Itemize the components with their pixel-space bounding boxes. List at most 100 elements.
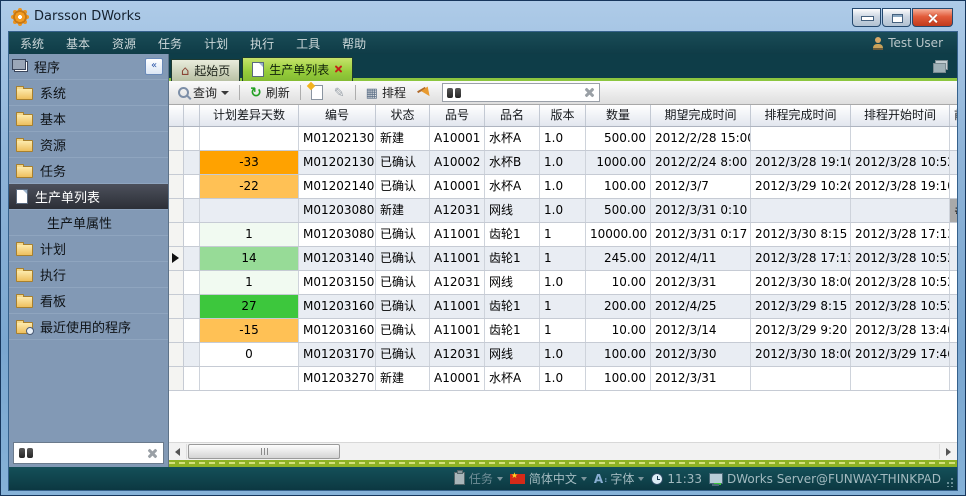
table-cell[interactable]: 已确认 xyxy=(376,151,430,174)
table-cell[interactable]: 1.0 xyxy=(540,151,586,174)
table-cell[interactable] xyxy=(950,247,957,270)
table-cell[interactable]: 水杯B xyxy=(485,151,540,174)
table-cell[interactable] xyxy=(200,199,299,222)
table-cell[interactable]: M012031601 xyxy=(299,295,376,318)
table-cell[interactable]: A10001 xyxy=(430,127,485,150)
table-cell[interactable]: 2012/3/29 10:20 xyxy=(751,175,851,198)
table-cell[interactable]: A11001 xyxy=(430,295,485,318)
table-cell[interactable]: 2012/3/28 10:52 xyxy=(851,295,950,318)
sidebar-item[interactable]: 生产单属性 xyxy=(9,210,168,236)
table-cell[interactable]: 水杯A xyxy=(485,367,540,390)
table-cell[interactable]: 2012/3/30 xyxy=(651,343,751,366)
table-cell[interactable]: 网线 xyxy=(485,271,540,294)
table-cell[interactable] xyxy=(851,199,950,222)
table-cell[interactable]: 已确认 xyxy=(376,271,430,294)
table-cell[interactable]: 2012/3/28 17:13 xyxy=(851,223,950,246)
table-cell[interactable] xyxy=(950,295,957,318)
table-cell[interactable]: 2012/3/29 8:15 xyxy=(751,295,851,318)
table-cell[interactable]: -15 xyxy=(200,319,299,342)
refresh-button[interactable]: 刷新 xyxy=(247,83,293,102)
table-cell[interactable] xyxy=(950,151,957,174)
menu-item[interactable]: 执行 xyxy=(239,37,285,51)
table-row[interactable]: 1M012031501已确认A12031网线1.010.002012/3/312… xyxy=(169,271,957,295)
table-cell[interactable]: 1000.00 xyxy=(586,151,651,174)
table-cell[interactable]: M012032701 xyxy=(299,367,376,390)
new-button[interactable] xyxy=(308,84,326,101)
sidebar-item[interactable]: 任务 xyxy=(9,158,168,184)
table-cell[interactable] xyxy=(751,127,851,150)
row-selector-cell[interactable] xyxy=(169,247,184,270)
column-header[interactable]: 计划差异天数 xyxy=(200,105,299,126)
table-cell[interactable]: M012030801 xyxy=(299,199,376,222)
table-row[interactable]: M012030801新建A12031网线1.0500.002012/3/31 0… xyxy=(169,199,957,223)
table-cell[interactable]: 齿轮1 xyxy=(485,319,540,342)
table-cell[interactable]: 已确认 xyxy=(376,223,430,246)
table-cell[interactable]: 已确认 xyxy=(376,175,430,198)
sidebar-item[interactable]: 最近使用的程序 xyxy=(9,314,168,340)
table-cell[interactable] xyxy=(751,199,851,222)
menu-item[interactable]: 基本 xyxy=(55,37,101,51)
table-cell[interactable] xyxy=(200,127,299,150)
schedule-button[interactable]: 排程 xyxy=(363,83,409,102)
table-cell[interactable]: 500.00 xyxy=(586,127,651,150)
table-cell[interactable] xyxy=(950,223,957,246)
table-cell[interactable]: M012030802 xyxy=(299,223,376,246)
table-cell[interactable]: A12031 xyxy=(430,199,485,222)
menu-item[interactable]: 帮助 xyxy=(331,37,377,51)
table-row[interactable]: M012021301新建A10001水杯A1.0500.002012/2/28 … xyxy=(169,127,957,151)
table-cell[interactable] xyxy=(851,127,950,150)
table-cell[interactable]: 1 xyxy=(540,223,586,246)
table-cell[interactable]: 27 xyxy=(200,295,299,318)
maximize-button[interactable] xyxy=(882,8,911,27)
table-cell[interactable]: 已确认 xyxy=(376,247,430,270)
row-selector-cell[interactable] xyxy=(169,151,184,174)
table-cell[interactable]: 1.0 xyxy=(540,175,586,198)
table-cell[interactable]: M012031501 xyxy=(299,271,376,294)
table-cell[interactable]: 10.00 xyxy=(586,319,651,342)
row-selector-cell[interactable] xyxy=(169,199,184,222)
table-cell[interactable] xyxy=(751,367,851,390)
table-cell[interactable]: 2012/3/28 19:10 xyxy=(751,151,851,174)
clear-schedule-button[interactable] xyxy=(414,85,435,101)
tab-start-page[interactable]: 起始页 xyxy=(171,59,240,81)
table-cell[interactable]: M012031701 xyxy=(299,343,376,366)
font-dropdown[interactable]: A 字体 xyxy=(594,470,645,487)
row-selector-cell[interactable] xyxy=(169,127,184,150)
table-cell[interactable]: 2012/3/29 9:20 xyxy=(751,319,851,342)
sidebar-item[interactable]: 计划 xyxy=(9,236,168,262)
column-header[interactable]: 版本 xyxy=(540,105,586,126)
table-row[interactable]: -15M012031602已确认A11001齿轮1110.002012/3/14… xyxy=(169,319,957,343)
table-row[interactable]: 0M012031701已确认A12031网线1.0100.002012/3/30… xyxy=(169,343,957,367)
table-cell[interactable]: M012021401 xyxy=(299,175,376,198)
scrollbar-thumb[interactable] xyxy=(188,444,340,459)
table-cell[interactable]: 2012/3/7 xyxy=(651,175,751,198)
table-row[interactable]: -33M012021302已确认A10002水杯B1.01000.002012/… xyxy=(169,151,957,175)
sidebar-item[interactable]: 基本 xyxy=(9,106,168,132)
table-cell[interactable]: A10001 xyxy=(430,175,485,198)
table-cell[interactable]: A10001 xyxy=(430,367,485,390)
minimize-button[interactable] xyxy=(852,8,881,27)
table-cell[interactable]: A11001 xyxy=(430,223,485,246)
row-selector-cell[interactable] xyxy=(169,319,184,342)
toolbar-search-clear-icon[interactable] xyxy=(584,87,595,98)
table-cell[interactable]: # xyxy=(950,199,957,222)
table-cell[interactable]: 1.0 xyxy=(540,199,586,222)
table-cell[interactable]: 已确认 xyxy=(376,343,430,366)
horizontal-scrollbar[interactable] xyxy=(169,442,957,460)
task-dropdown[interactable]: 任务 xyxy=(454,470,503,487)
table-cell[interactable]: -22 xyxy=(200,175,299,198)
menu-item[interactable]: 任务 xyxy=(147,37,193,51)
scroll-right-button[interactable] xyxy=(939,444,957,459)
column-header[interactable]: 期望完成时间 xyxy=(651,105,751,126)
table-cell[interactable]: 已确认 xyxy=(376,295,430,318)
column-header[interactable]: 前 xyxy=(950,105,957,126)
table-cell[interactable]: 新建 xyxy=(376,367,430,390)
table-cell[interactable]: A11001 xyxy=(430,247,485,270)
table-cell[interactable]: 2012/3/31 xyxy=(651,271,751,294)
table-cell[interactable]: A10002 xyxy=(430,151,485,174)
table-row[interactable]: 1M012030802已确认A11001齿轮1110000.002012/3/3… xyxy=(169,223,957,247)
table-cell[interactable]: 0 xyxy=(200,343,299,366)
table-cell[interactable]: A12031 xyxy=(430,343,485,366)
table-cell[interactable] xyxy=(950,175,957,198)
menu-item[interactable]: 系统 xyxy=(9,37,55,51)
